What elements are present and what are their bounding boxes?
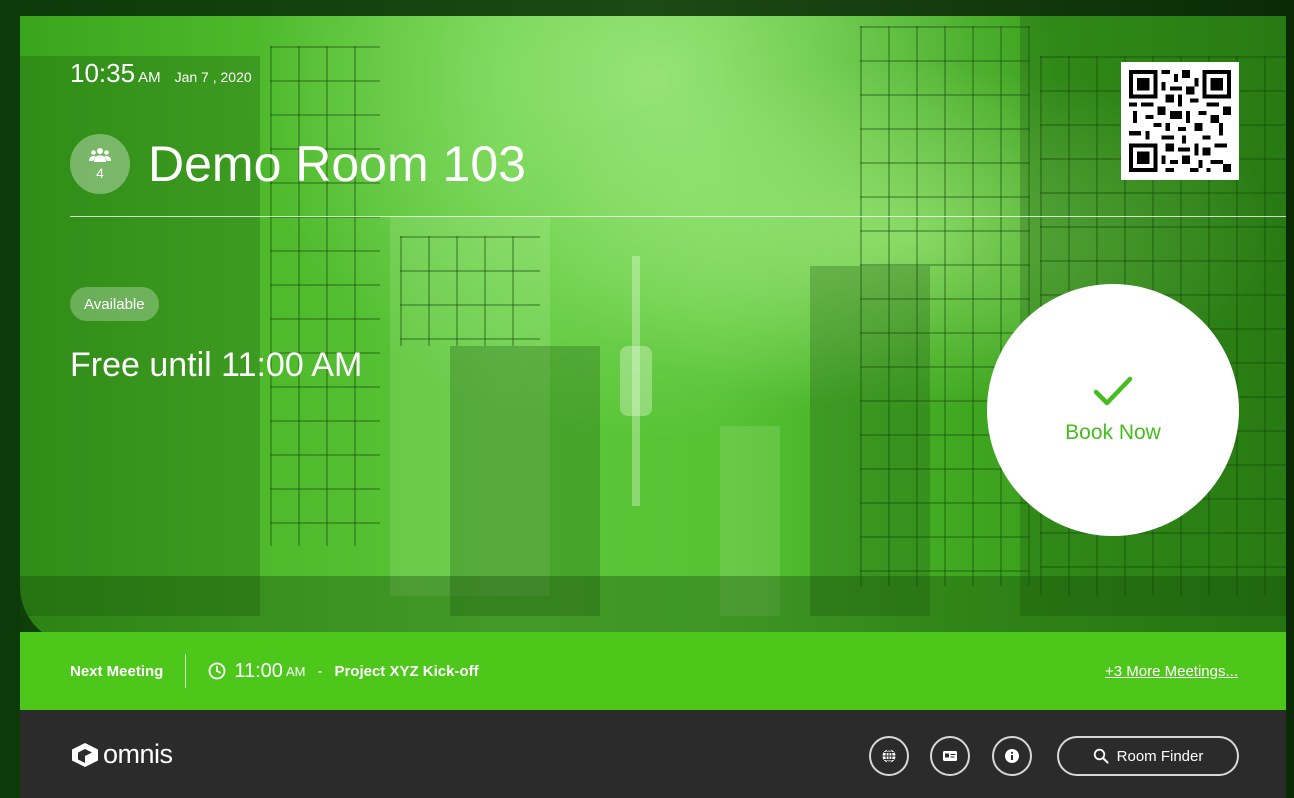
people-icon xyxy=(89,148,111,162)
availability-text: Free until 11:00 AM xyxy=(70,346,363,384)
next-meeting-time: 11:00 xyxy=(234,659,283,682)
next-meeting-label: Next Meeting xyxy=(70,662,164,680)
checkmark-icon xyxy=(1093,376,1133,406)
building-windows-left xyxy=(270,46,380,546)
capacity-count: 4 xyxy=(96,165,104,181)
screen-background: 10:35 AM Jan 7 , 2020 4 Demo Room 103 Av… xyxy=(0,0,1294,798)
clock-date: 10:35 AM Jan 7 , 2020 xyxy=(70,58,252,89)
book-now-button[interactable]: Book Now xyxy=(987,284,1239,536)
room-header: 4 Demo Room 103 xyxy=(70,134,526,194)
current-date: Jan 7 , 2020 xyxy=(174,69,252,85)
building-windows-right xyxy=(860,26,1030,586)
next-meeting-bar: Next Meeting 11:00 AM - Project XYZ Kick… xyxy=(20,632,1286,710)
room-panel: 10:35 AM Jan 7 , 2020 4 Demo Room 103 Av… xyxy=(20,16,1286,798)
qr-code xyxy=(1121,62,1239,180)
meeting-bar-divider xyxy=(185,654,187,688)
id-card-button[interactable] xyxy=(930,736,970,776)
clock-icon xyxy=(208,662,226,680)
footer-bar: omnis Room Finder xyxy=(20,710,1286,798)
logo-text: omnis xyxy=(103,739,173,769)
header-divider xyxy=(70,216,1286,217)
more-meetings-link[interactable]: +3 More Meetings... xyxy=(1105,663,1238,680)
book-now-label: Book Now xyxy=(1065,421,1161,444)
next-meeting-title: Project XYZ Kick-off xyxy=(334,662,479,680)
id-card-icon xyxy=(943,751,957,761)
info-icon xyxy=(1005,749,1019,763)
status-badge: Available xyxy=(70,287,159,321)
next-meeting-separator: - xyxy=(317,662,323,680)
capacity-badge: 4 xyxy=(70,134,130,194)
search-icon xyxy=(1093,748,1109,764)
room-finder-button[interactable]: Room Finder xyxy=(1057,736,1239,776)
room-name: Demo Room 103 xyxy=(148,136,526,192)
qr-code-icon xyxy=(1129,70,1231,172)
current-ampm: AM xyxy=(138,69,161,86)
globe-icon xyxy=(882,749,896,763)
omnis-logo: omnis xyxy=(70,739,173,770)
omnis-cube-icon xyxy=(72,742,98,767)
current-time: 10:35 xyxy=(70,58,136,88)
building-windows-center xyxy=(400,236,540,346)
tower-pod xyxy=(620,346,652,416)
language-button[interactable] xyxy=(869,736,909,776)
next-meeting-ampm: AM xyxy=(285,663,306,679)
room-finder-label: Room Finder xyxy=(1116,747,1204,765)
info-button[interactable] xyxy=(992,736,1032,776)
